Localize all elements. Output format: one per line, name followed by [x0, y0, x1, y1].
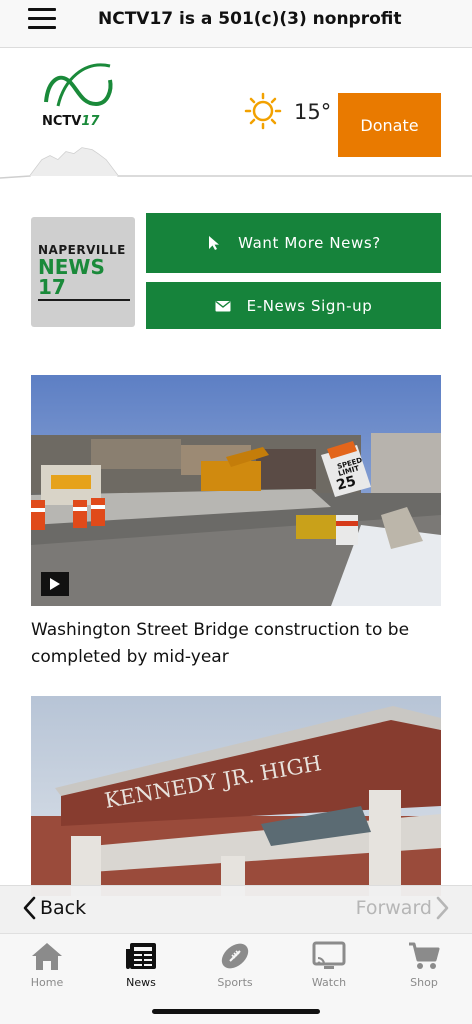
home-icon [32, 943, 62, 970]
naperville-news17-logo[interactable]: NAPERVILLE NEWS 17 [31, 217, 135, 327]
cart-icon [409, 942, 440, 969]
tab-watch[interactable]: Watch [289, 940, 369, 989]
skyline-divider [0, 147, 472, 179]
tab-watch-label: Watch [311, 976, 347, 989]
logo-number: 17 [81, 114, 100, 129]
kennedy-jr-high-image: KENNEDY JR. HIGH [31, 696, 441, 896]
temperature: 15° [294, 100, 332, 124]
tab-home-label: Home [30, 976, 64, 989]
article-thumbnail-bridge[interactable]: SPEED LIMIT 25 [31, 375, 441, 606]
tab-home[interactable]: Home [7, 940, 87, 989]
cursor-icon [209, 236, 220, 250]
newspaper-icon [126, 943, 156, 969]
tab-sports-label: Sports [217, 976, 253, 989]
bridge-construction-image: SPEED LIMIT 25 [31, 375, 441, 606]
enews-signup-label: E-News Sign-up [246, 296, 373, 315]
promo-logo-number: 17 [38, 275, 66, 299]
forward-label: Forward [355, 897, 432, 919]
top-bar-title: NCTV17 is a 501(c)(3) nonprofit [98, 9, 402, 29]
site-header: NCTV17 15° Donate [0, 48, 472, 183]
tv-icon [312, 941, 346, 969]
forward-button[interactable]: Forward [356, 896, 450, 920]
tab-news-label: News [126, 976, 156, 989]
article-title-bridge[interactable]: Washington Street Bridge construction to… [31, 617, 441, 671]
back-button[interactable]: Back [22, 896, 86, 920]
top-bar: NCTV17 is a 501(c)(3) nonprofit [0, 0, 472, 48]
tab-sports[interactable]: Sports [195, 940, 275, 989]
nctv17-logo[interactable]: NCTV17 [38, 60, 118, 134]
browser-nav-bar: Back Forward [0, 885, 472, 933]
play-video-icon[interactable] [41, 572, 69, 596]
envelope-icon [215, 300, 231, 311]
tab-news[interactable]: News [101, 940, 181, 989]
logo-text: NCTV [42, 114, 82, 129]
back-label: Back [40, 897, 87, 919]
chevron-left-icon [23, 896, 36, 920]
sun-icon [244, 92, 282, 130]
hamburger-menu-icon[interactable] [28, 8, 56, 30]
tab-shop-label: Shop [410, 976, 438, 989]
home-indicator [152, 1009, 320, 1014]
logo-swoosh-icon [44, 63, 113, 107]
want-more-news-button[interactable]: Want More News? [146, 213, 441, 273]
chevron-right-icon [436, 896, 449, 920]
tab-shop[interactable]: Shop [384, 940, 464, 989]
enews-signup-button[interactable]: E-News Sign-up [146, 282, 441, 329]
football-icon [221, 943, 249, 969]
want-more-news-label: Want More News? [238, 234, 381, 252]
article-thumbnail-kennedy[interactable]: KENNEDY JR. HIGH [31, 696, 441, 896]
